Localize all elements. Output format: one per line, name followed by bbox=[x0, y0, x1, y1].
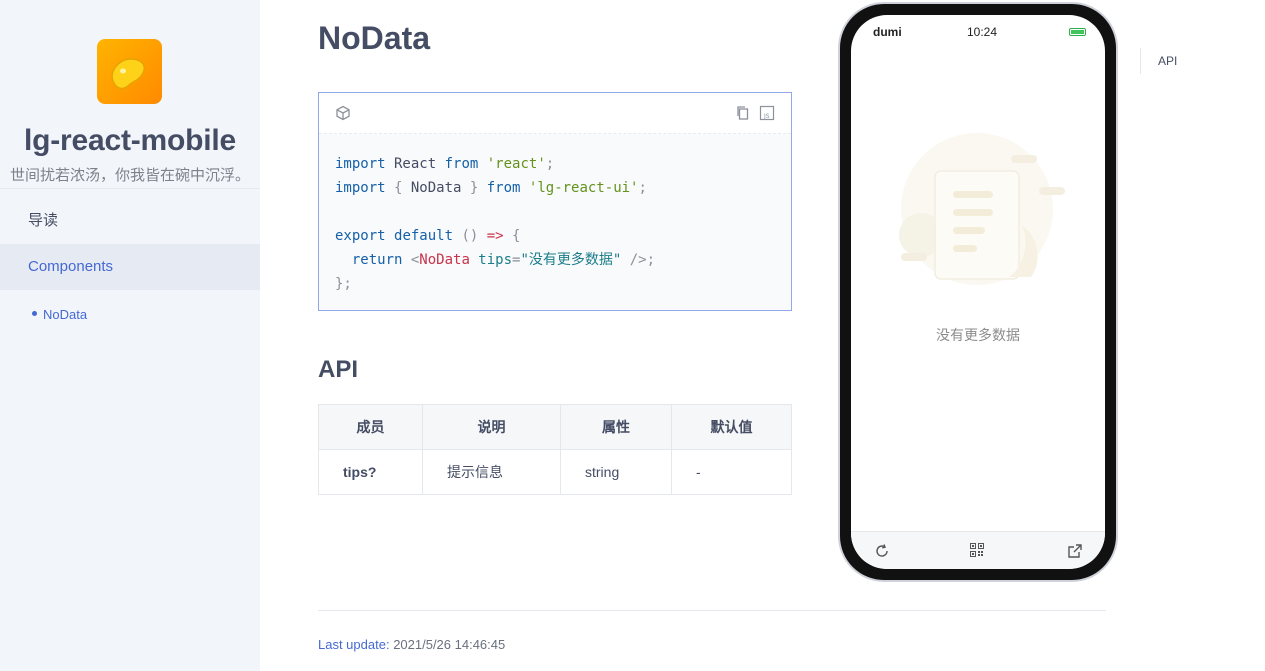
code-token: } bbox=[461, 180, 487, 196]
code-token: tips bbox=[469, 252, 513, 268]
sidebar-divider bbox=[0, 188, 260, 189]
code-token: < bbox=[402, 252, 420, 268]
code-token: => bbox=[486, 228, 504, 244]
table-row: tips? 提示信息 string - bbox=[318, 449, 792, 495]
code-token: ; bbox=[638, 180, 647, 196]
code-token: import bbox=[335, 156, 386, 172]
code-token: NoData bbox=[410, 180, 462, 196]
table-header-cell: 属性 bbox=[560, 404, 672, 450]
nav-sub-item-nodata[interactable]: NoData bbox=[32, 307, 87, 322]
last-update-value: 2021/5/26 14:46:45 bbox=[393, 637, 506, 652]
code-token: }; bbox=[335, 276, 352, 292]
phone-status-bar: dumi 10:24 bbox=[851, 15, 1105, 49]
api-section-title: API bbox=[318, 356, 359, 383]
table-header-cell: 成员 bbox=[318, 404, 423, 450]
code-token: () bbox=[453, 228, 487, 244]
code-token: import bbox=[335, 180, 386, 196]
code-token: "没有更多数据" bbox=[520, 252, 622, 268]
empty-illustration-icon bbox=[899, 133, 1065, 285]
no-data-tips: 没有更多数据 bbox=[936, 327, 1020, 343]
table-header-row: 成员 说明 属性 默认值 bbox=[318, 404, 792, 450]
code-token: NoData bbox=[419, 252, 470, 268]
phone-preview: dumi 10:24 没有更多数据 bbox=[838, 2, 1118, 582]
last-update-label: Last update: bbox=[318, 637, 390, 652]
last-update: Last update: 2021/5/26 14:46:45 bbox=[318, 637, 505, 652]
refresh-icon[interactable] bbox=[874, 543, 890, 564]
qrcode-icon[interactable] bbox=[970, 543, 984, 562]
demo-toolbar: JS bbox=[319, 93, 791, 134]
battery-icon bbox=[1069, 28, 1086, 36]
code-token: return bbox=[351, 252, 403, 268]
sidebar: lg-react-mobile 世间扰若浓汤，你我皆在碗中沉浮。 导读 Comp… bbox=[0, 0, 260, 671]
phone-toolbar bbox=[851, 531, 1105, 569]
code-token: default bbox=[394, 228, 454, 244]
external-link-icon[interactable] bbox=[1067, 543, 1083, 564]
code-demo: JS import React from 'react'; import { N… bbox=[318, 92, 792, 311]
toc-item-api[interactable]: API bbox=[1158, 54, 1177, 68]
table-cell: - bbox=[671, 449, 792, 495]
copy-icon[interactable] bbox=[735, 105, 751, 126]
table-cell: string bbox=[560, 449, 672, 495]
status-brand: dumi bbox=[873, 25, 902, 39]
codesandbox-icon[interactable] bbox=[335, 105, 351, 126]
code-token: from bbox=[486, 180, 521, 196]
code-token: 'react' bbox=[486, 156, 546, 172]
site-title[interactable]: lg-react-mobile bbox=[0, 124, 260, 158]
svg-text:JS: JS bbox=[763, 113, 770, 120]
footer-divider bbox=[318, 610, 1106, 611]
code-token: /> bbox=[621, 252, 647, 268]
table-header-cell: 说明 bbox=[422, 404, 561, 450]
table-cell: 提示信息 bbox=[422, 449, 561, 495]
site-description: 世间扰若浓汤，你我皆在碗中沉浮。 bbox=[9, 167, 250, 184]
phone-screen: dumi 10:24 没有更多数据 bbox=[851, 15, 1105, 569]
code-token: ; bbox=[545, 156, 555, 172]
page-title: NoData bbox=[318, 20, 431, 56]
code-token: 'lg-react-ui' bbox=[528, 180, 639, 196]
code-token: React bbox=[385, 156, 445, 172]
api-table: 成员 说明 属性 默认值 tips? 提示信息 string - bbox=[318, 404, 792, 495]
status-time: 10:24 bbox=[967, 25, 998, 39]
table-cell: tips? bbox=[318, 449, 423, 495]
code-block: import React from 'react'; import { NoDa… bbox=[319, 134, 791, 314]
nav-item-guide[interactable]: 导读 bbox=[0, 198, 260, 244]
code-token: ; bbox=[646, 252, 656, 268]
site-logo[interactable] bbox=[97, 39, 162, 104]
bean-logo-icon bbox=[111, 58, 145, 90]
nav-sub-item-label: NoData bbox=[43, 307, 88, 322]
code-token: { bbox=[385, 180, 411, 196]
nav-item-components[interactable]: Components bbox=[0, 244, 260, 290]
toc: API bbox=[1140, 48, 1177, 74]
code-token: { bbox=[503, 228, 521, 244]
js-icon[interactable]: JS bbox=[759, 105, 775, 126]
code-token: export bbox=[335, 228, 386, 244]
table-header-cell: 默认值 bbox=[671, 404, 792, 450]
active-dot-icon bbox=[32, 311, 37, 317]
code-token: from bbox=[444, 156, 479, 172]
